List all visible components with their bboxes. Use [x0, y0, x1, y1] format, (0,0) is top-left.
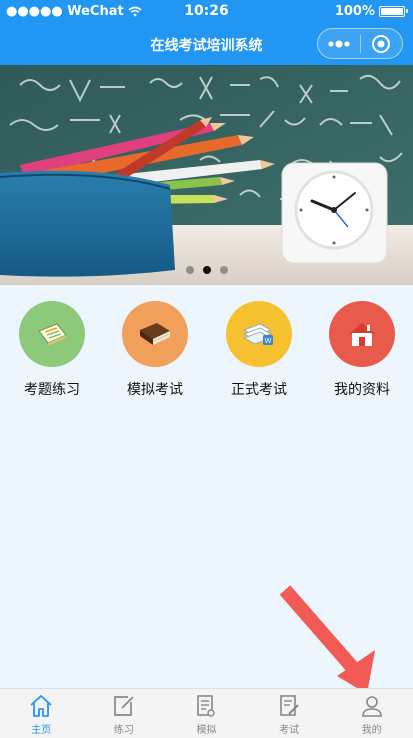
carousel-indicators: [0, 266, 413, 274]
menu-item-practice[interactable]: 考题练习: [0, 301, 104, 399]
menu-icon-circle: [122, 301, 188, 367]
menu-icon-circle: [329, 301, 395, 367]
battery-info: 100%: [334, 4, 408, 19]
menu-item-my-profile[interactable]: 我的资料: [310, 301, 413, 399]
menu-label-formal-exam: 正式考试: [231, 382, 287, 398]
svg-text:W: W: [265, 337, 272, 345]
carousel-dot-active[interactable]: [202, 266, 211, 274]
document-icon: [197, 695, 216, 717]
battery-percent: 100%: [334, 4, 375, 19]
tab-label-mock: 模拟: [196, 725, 217, 736]
header: ●●●●● WeChat 10:26 100% 在线考试培训系统: [0, 0, 413, 65]
house-icon: [349, 323, 375, 346]
exam-icon: [280, 695, 299, 716]
annotation-arrow-icon: [279, 585, 375, 694]
banner-image: [0, 65, 413, 285]
home-icon: [30, 695, 52, 717]
miniprogram-capsule: [317, 28, 403, 59]
menu-icon-circle: W: [226, 301, 292, 367]
close-miniprogram-button[interactable]: [361, 29, 402, 58]
tab-profile[interactable]: 我的: [330, 689, 413, 738]
tab-label-profile: 我的: [361, 725, 382, 736]
tab-label-exam: 考试: [279, 725, 300, 736]
tab-practice[interactable]: 练习: [83, 689, 166, 738]
tab-label-home: 主页: [31, 725, 52, 736]
menu-label-practice: 考题练习: [24, 382, 80, 398]
main-menu: 考题练习 模拟考试 W 正式考试 我的资料: [0, 285, 413, 410]
more-dots-icon: [328, 39, 350, 48]
menu-label-mock-exam: 模拟考试: [127, 382, 183, 398]
tab-home[interactable]: 主页: [0, 689, 83, 738]
banner-carousel[interactable]: [0, 65, 413, 285]
menu-item-mock-exam[interactable]: 模拟考试: [103, 301, 207, 399]
menu-label-my-profile: 我的资料: [334, 382, 390, 398]
carousel-dot[interactable]: [219, 266, 228, 274]
battery-icon: [379, 6, 408, 17]
tab-exam[interactable]: 考试: [248, 689, 331, 738]
target-close-icon: [372, 34, 391, 53]
edit-icon: [114, 696, 134, 716]
more-button[interactable]: [318, 29, 360, 58]
menu-item-formal-exam[interactable]: W 正式考试: [207, 301, 311, 399]
book-icon: [140, 323, 170, 345]
menu-icon-circle: [19, 301, 85, 367]
document-stack-icon: W: [242, 323, 273, 345]
status-bar: ●●●●● WeChat 10:26 100%: [0, 0, 413, 22]
user-icon: [361, 696, 382, 717]
tab-label-practice: 练习: [113, 725, 134, 736]
notebook-icon: [38, 323, 67, 346]
bottom-tab-bar: 主页 练习 模拟 考试 我的: [0, 688, 413, 738]
carousel-dot[interactable]: [185, 266, 194, 274]
tab-mock[interactable]: 模拟: [165, 689, 248, 738]
